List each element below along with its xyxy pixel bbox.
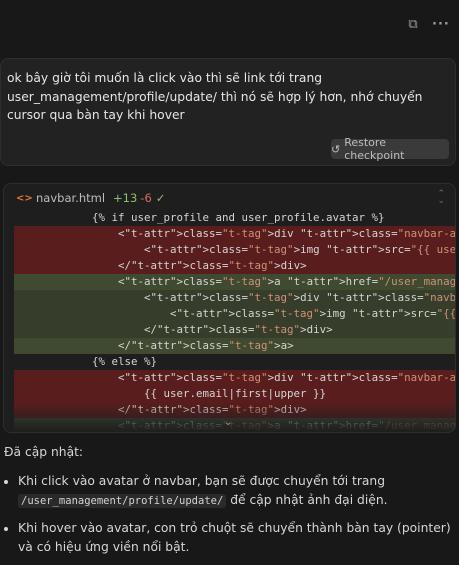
- more-icon[interactable]: ···: [432, 18, 449, 32]
- bullet-text: để cập nhật ảnh đại diện.: [226, 493, 388, 507]
- removed-line: </"t-attr">class="t-tag">div>: [14, 258, 455, 274]
- expand-collapse-icon[interactable]: ⌃ ⌄: [437, 190, 445, 206]
- removed-count: -6: [140, 191, 152, 205]
- added-count: +13: [113, 191, 138, 205]
- copy-icon[interactable]: ⧉: [406, 18, 420, 32]
- reply-list: Khi click vào avatar ở navbar, bạn sẽ đư…: [4, 472, 456, 557]
- code-diff: {% if user_profile and user_profile.avat…: [14, 210, 455, 432]
- list-item: Khi hover vào avatar, con trỏ chuột sẽ c…: [18, 519, 456, 557]
- added-line: </"t-attr">class="t-tag">a>: [14, 338, 455, 354]
- file-name[interactable]: navbar.html: [36, 191, 105, 205]
- assistant-reply: Đã cập nhật: Khi click vào avatar ở navb…: [4, 443, 456, 565]
- context-line: {% if user_profile and user_profile.avat…: [14, 211, 385, 224]
- restore-checkpoint-button[interactable]: ↺ Restore checkpoint: [331, 136, 449, 162]
- reply-title: Đã cập nhật:: [4, 445, 84, 459]
- added-line: <"t-attr">class="t-tag">div "t-attr">cla…: [14, 290, 455, 306]
- removed-line: <"t-attr">class="t-tag">div "t-attr">cla…: [14, 370, 455, 386]
- removed-line: <"t-attr">class="t-tag">img "t-attr">src…: [14, 242, 455, 258]
- diff-panel: <> navbar.html +13 -6 ✓ ⌃ ⌄ {% if user_pr…: [3, 183, 456, 433]
- bullet-text: Khi hover vào avatar, con trỏ chuột sẽ c…: [18, 521, 451, 554]
- added-line: <"t-attr">class="t-tag">a "t-attr">href=…: [14, 274, 455, 290]
- removed-line: <"t-attr">class="t-tag">div "t-attr">cla…: [14, 226, 455, 242]
- user-message[interactable]: ok bây giờ tôi muốn là click vào thì sẽ …: [0, 58, 456, 166]
- list-item: Khi click vào avatar ở navbar, bạn sẽ đư…: [18, 472, 456, 511]
- restore-checkpoint-label: Restore checkpoint: [344, 136, 405, 162]
- removed-line: {{ user.email|first|upper }}: [14, 386, 455, 402]
- check-icon: ✓: [155, 191, 166, 205]
- added-line: </"t-attr">class="t-tag">div>: [14, 322, 455, 338]
- diff-header[interactable]: <> navbar.html +13 -6 ✓ ⌃ ⌄: [4, 184, 455, 212]
- top-toolbar: ⧉ ···: [0, 0, 459, 50]
- restore-icon: ↺: [331, 142, 341, 156]
- bullet-text: Khi click vào avatar ở navbar, bạn sẽ đư…: [18, 474, 386, 488]
- chevron-down-icon[interactable]: ⌄: [224, 417, 232, 428]
- context-line: {% else %}: [14, 355, 158, 368]
- added-line: <"t-attr">class="t-tag">img "t-attr">src…: [14, 306, 455, 322]
- code-file-icon: <>: [16, 192, 33, 204]
- inline-code: /user_management/profile/update/: [18, 494, 227, 508]
- user-message-text: ok bây giờ tôi muốn là click vào thì sẽ …: [7, 71, 423, 122]
